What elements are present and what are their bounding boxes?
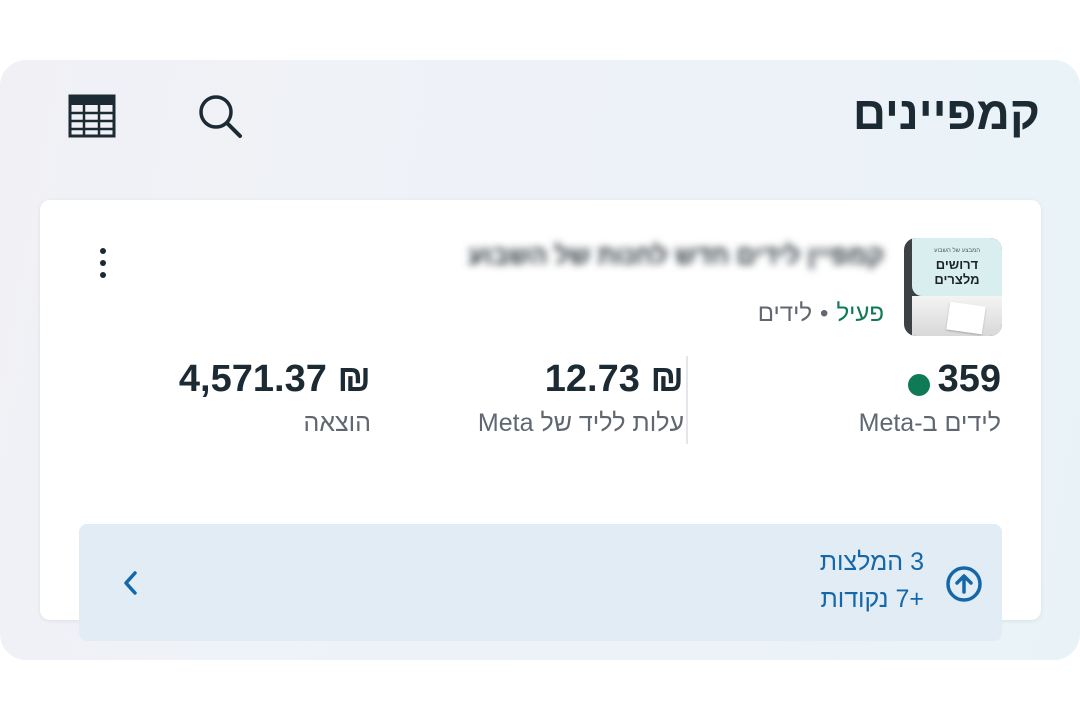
status-separator: • xyxy=(820,300,829,327)
campaigns-panel: קמפיינים המבצע של השבוע דרושים מלצרים קמ… xyxy=(0,60,1080,660)
metric-label: עלות לליד של Meta xyxy=(477,409,684,437)
metric-leads: 359 לידים ב-Meta xyxy=(859,358,1001,438)
campaign-objective: לידים xyxy=(757,300,813,327)
metric-divider xyxy=(686,356,688,444)
thumbnail-small-text: המבצע של השבוע xyxy=(934,247,980,254)
more-icon-dot xyxy=(100,248,106,254)
metric-value: 359 xyxy=(937,358,1001,400)
status-active: פעיל xyxy=(836,300,884,327)
thumbnail-text: דרושים מלצרים xyxy=(934,256,980,287)
campaign-name[interactable]: קמפיין לידים חדש לחנות של השבוע xyxy=(332,240,884,284)
arrow-up-circle-icon xyxy=(946,566,982,602)
recommendations-count: 3 המלצות xyxy=(819,548,924,576)
metric-value: ₪ 12.73 xyxy=(544,358,684,400)
page-title: קמפיינים xyxy=(852,87,1040,139)
metric-value: ₪ 4,571.37 xyxy=(178,358,371,400)
search-button[interactable] xyxy=(192,88,248,144)
campaign-status-line: פעיל • לידים xyxy=(758,300,884,328)
recommendations-banner[interactable]: 3 המלצות +7 נקודות xyxy=(79,524,1002,641)
table-view-button[interactable] xyxy=(64,88,120,144)
recommendations-text: 3 המלצות +7 נקודות xyxy=(820,548,924,614)
metric-label: לידים ב-Meta xyxy=(858,409,1001,437)
campaign-thumbnail: המבצע של השבוע דרושים מלצרים xyxy=(904,238,1002,336)
recommendations-points: +7 נקודות xyxy=(820,585,924,613)
chevron-left-icon[interactable] xyxy=(119,566,143,600)
thumbnail-banner: המבצע של השבוע דרושים מלצרים xyxy=(912,238,1002,296)
table-icon xyxy=(68,94,116,138)
metric-cost-per-lead: ₪ 12.73 עלות לליד של Meta xyxy=(478,358,684,438)
search-icon xyxy=(199,95,242,138)
metric-spend: ₪ 4,571.37 הוצאה xyxy=(179,358,371,438)
thumbnail-sheet xyxy=(946,301,986,335)
metric-label: הוצאה xyxy=(303,409,371,437)
more-options-button[interactable] xyxy=(88,240,118,286)
more-icon-dot xyxy=(100,260,106,266)
more-icon-dot xyxy=(100,272,106,278)
campaign-card[interactable]: המבצע של השבוע דרושים מלצרים קמפיין לידי… xyxy=(40,200,1041,641)
